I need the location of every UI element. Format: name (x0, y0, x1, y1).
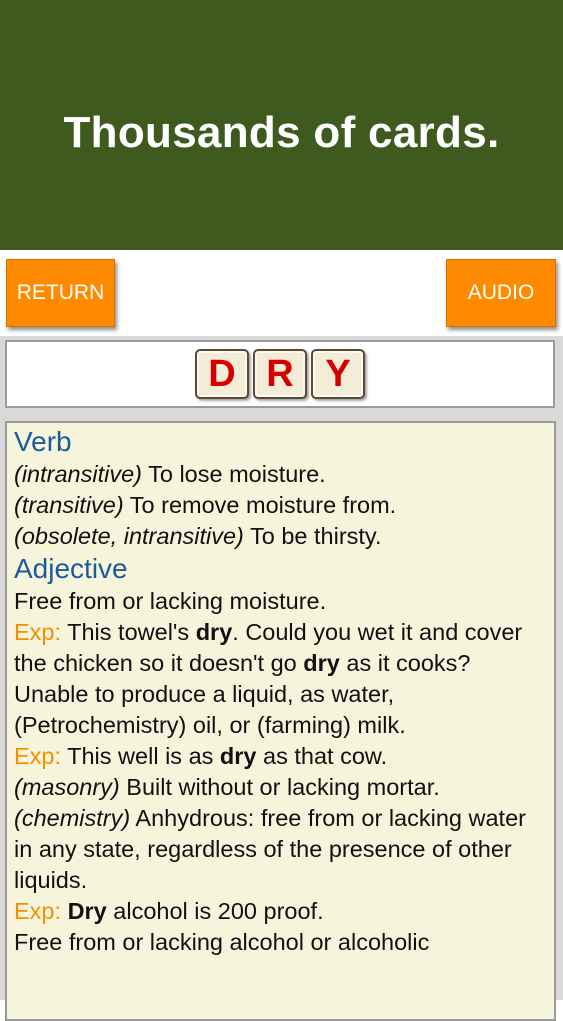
definition-text: Built without or lacking mortar. (119, 774, 440, 800)
definitions-panel[interactable]: Verb (intransitive) To lose moisture. (t… (5, 421, 556, 1021)
definition-entry: (intransitive) To lose moisture. (14, 459, 548, 490)
usage-label: (transitive) (14, 492, 124, 518)
example-entry: Exp: This towel's dry. Could you wet it … (14, 617, 548, 679)
usage-label: (chemistry) (14, 805, 131, 831)
letter-tile: R (253, 349, 307, 399)
usage-label: (masonry) (14, 774, 120, 800)
example-keyword: Dry (67, 898, 107, 924)
example-keyword: dry (195, 619, 233, 645)
definition-entry: (masonry) Built without or lacking morta… (14, 772, 548, 803)
pos-heading-adjective: Adjective (14, 553, 128, 584)
usage-label: (obsolete, intransitive) (14, 523, 244, 549)
example-keyword: dry (303, 650, 340, 676)
example-text: This well is as (61, 743, 220, 769)
audio-button[interactable]: AUDIO (446, 259, 556, 327)
usage-label: (intransitive) (14, 461, 142, 487)
definition-entry: (chemistry) Anhydrous: free from or lack… (14, 803, 548, 896)
definition-entry: (obsolete, intransitive) To be thirsty. (14, 521, 548, 552)
example-keyword: dry (219, 743, 257, 769)
example-text: alcohol is 200 proof. (106, 898, 324, 924)
letter-tile: Y (311, 349, 365, 399)
pos-heading-verb: Verb (14, 426, 72, 457)
word-display: D R Y (5, 340, 555, 408)
example-label: Exp: (14, 898, 62, 924)
letter-tile: D (195, 349, 249, 399)
definition-entry: (transitive) To remove moisture from. (14, 490, 548, 521)
return-button[interactable]: RETURN (6, 259, 115, 327)
toolbar: RETURN AUDIO (0, 250, 563, 336)
dictionary-app: RETURN AUDIO D R Y Verb (intransitive) T… (0, 250, 563, 1021)
banner-title: Thousands of cards. (63, 108, 500, 157)
definition-text: To be thirsty. (243, 523, 382, 549)
definition-entry: Free from or lacking moisture. (14, 588, 327, 614)
definition-entry: Free from or lacking alcohol or alcoholi… (14, 929, 430, 955)
promo-banner: Thousands of cards. (0, 0, 563, 250)
definition-text: To remove moisture from. (123, 492, 397, 518)
example-label: Exp: (14, 619, 62, 645)
definition-text: To lose moisture. (141, 461, 326, 487)
example-text: This towel's (61, 619, 196, 645)
example-entry: Exp: Dry alcohol is 200 proof. (14, 896, 548, 927)
letter-tiles: D R Y (195, 349, 365, 399)
example-label: Exp: (14, 743, 62, 769)
example-text: as that cow. (256, 743, 388, 769)
example-text: as it cooks? (339, 650, 471, 676)
definition-entry: Unable to produce a liquid, as water, (P… (14, 681, 406, 738)
example-entry: Exp: This well is as dry as that cow. (14, 741, 548, 772)
